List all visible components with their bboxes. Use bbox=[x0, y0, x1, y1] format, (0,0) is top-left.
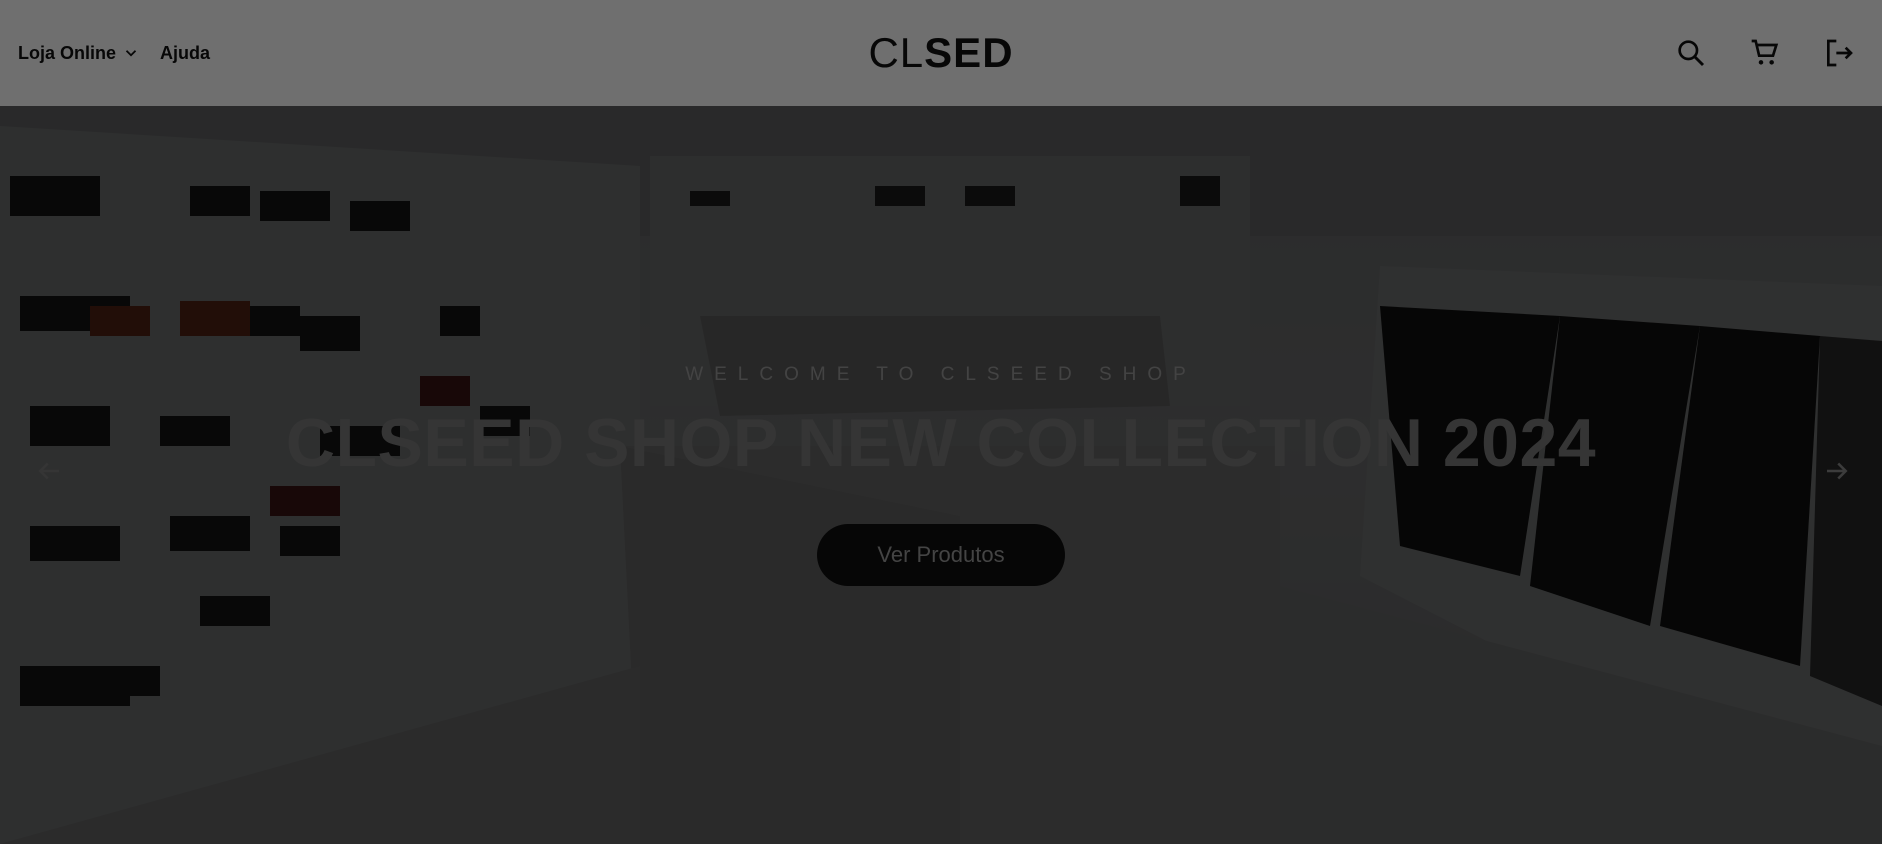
hero-eyebrow: WELCOME TO CLSEED SHOP bbox=[685, 364, 1197, 385]
nav-ajuda[interactable]: Ajuda bbox=[160, 43, 210, 64]
chevron-down-icon bbox=[125, 50, 137, 57]
nav-ajuda-label: Ajuda bbox=[160, 42, 211, 63]
nav-loja-online-label: Loja Online bbox=[18, 42, 117, 63]
search-button[interactable] bbox=[1674, 36, 1708, 70]
arrow-right-icon bbox=[1827, 462, 1848, 480]
logout-button[interactable] bbox=[1822, 36, 1856, 70]
main-nav: Loja Online Ajuda bbox=[18, 0, 210, 106]
carousel-prev-button[interactable] bbox=[34, 456, 64, 486]
arrow-left-icon bbox=[38, 462, 59, 480]
logout-icon bbox=[1827, 39, 1853, 67]
hero-carousel: WELCOME TO CLSEED SHOP CLSEED SHOP NEW C… bbox=[0, 106, 1882, 844]
logo-bold-part: SED bbox=[924, 29, 1014, 76]
hero-content: WELCOME TO CLSEED SHOP CLSEED SHOP NEW C… bbox=[0, 364, 1882, 586]
cart-icon bbox=[1751, 39, 1779, 65]
carousel-next-button[interactable] bbox=[1822, 456, 1852, 486]
site-logo[interactable]: CLSED bbox=[868, 29, 1013, 77]
hero-title: CLSEED SHOP NEW COLLECTION 2024 bbox=[285, 405, 1597, 481]
site-header: Loja Online Ajuda CLSED bbox=[0, 0, 1882, 106]
logo-wrapper: CLSED bbox=[0, 0, 1882, 106]
search-icon bbox=[1678, 40, 1705, 67]
ver-produtos-button[interactable]: Ver Produtos bbox=[817, 524, 1065, 586]
logo-light-part: CL bbox=[868, 29, 925, 76]
header-actions bbox=[1674, 0, 1856, 106]
cart-button[interactable] bbox=[1748, 36, 1782, 70]
nav-loja-online[interactable]: Loja Online bbox=[18, 43, 140, 64]
